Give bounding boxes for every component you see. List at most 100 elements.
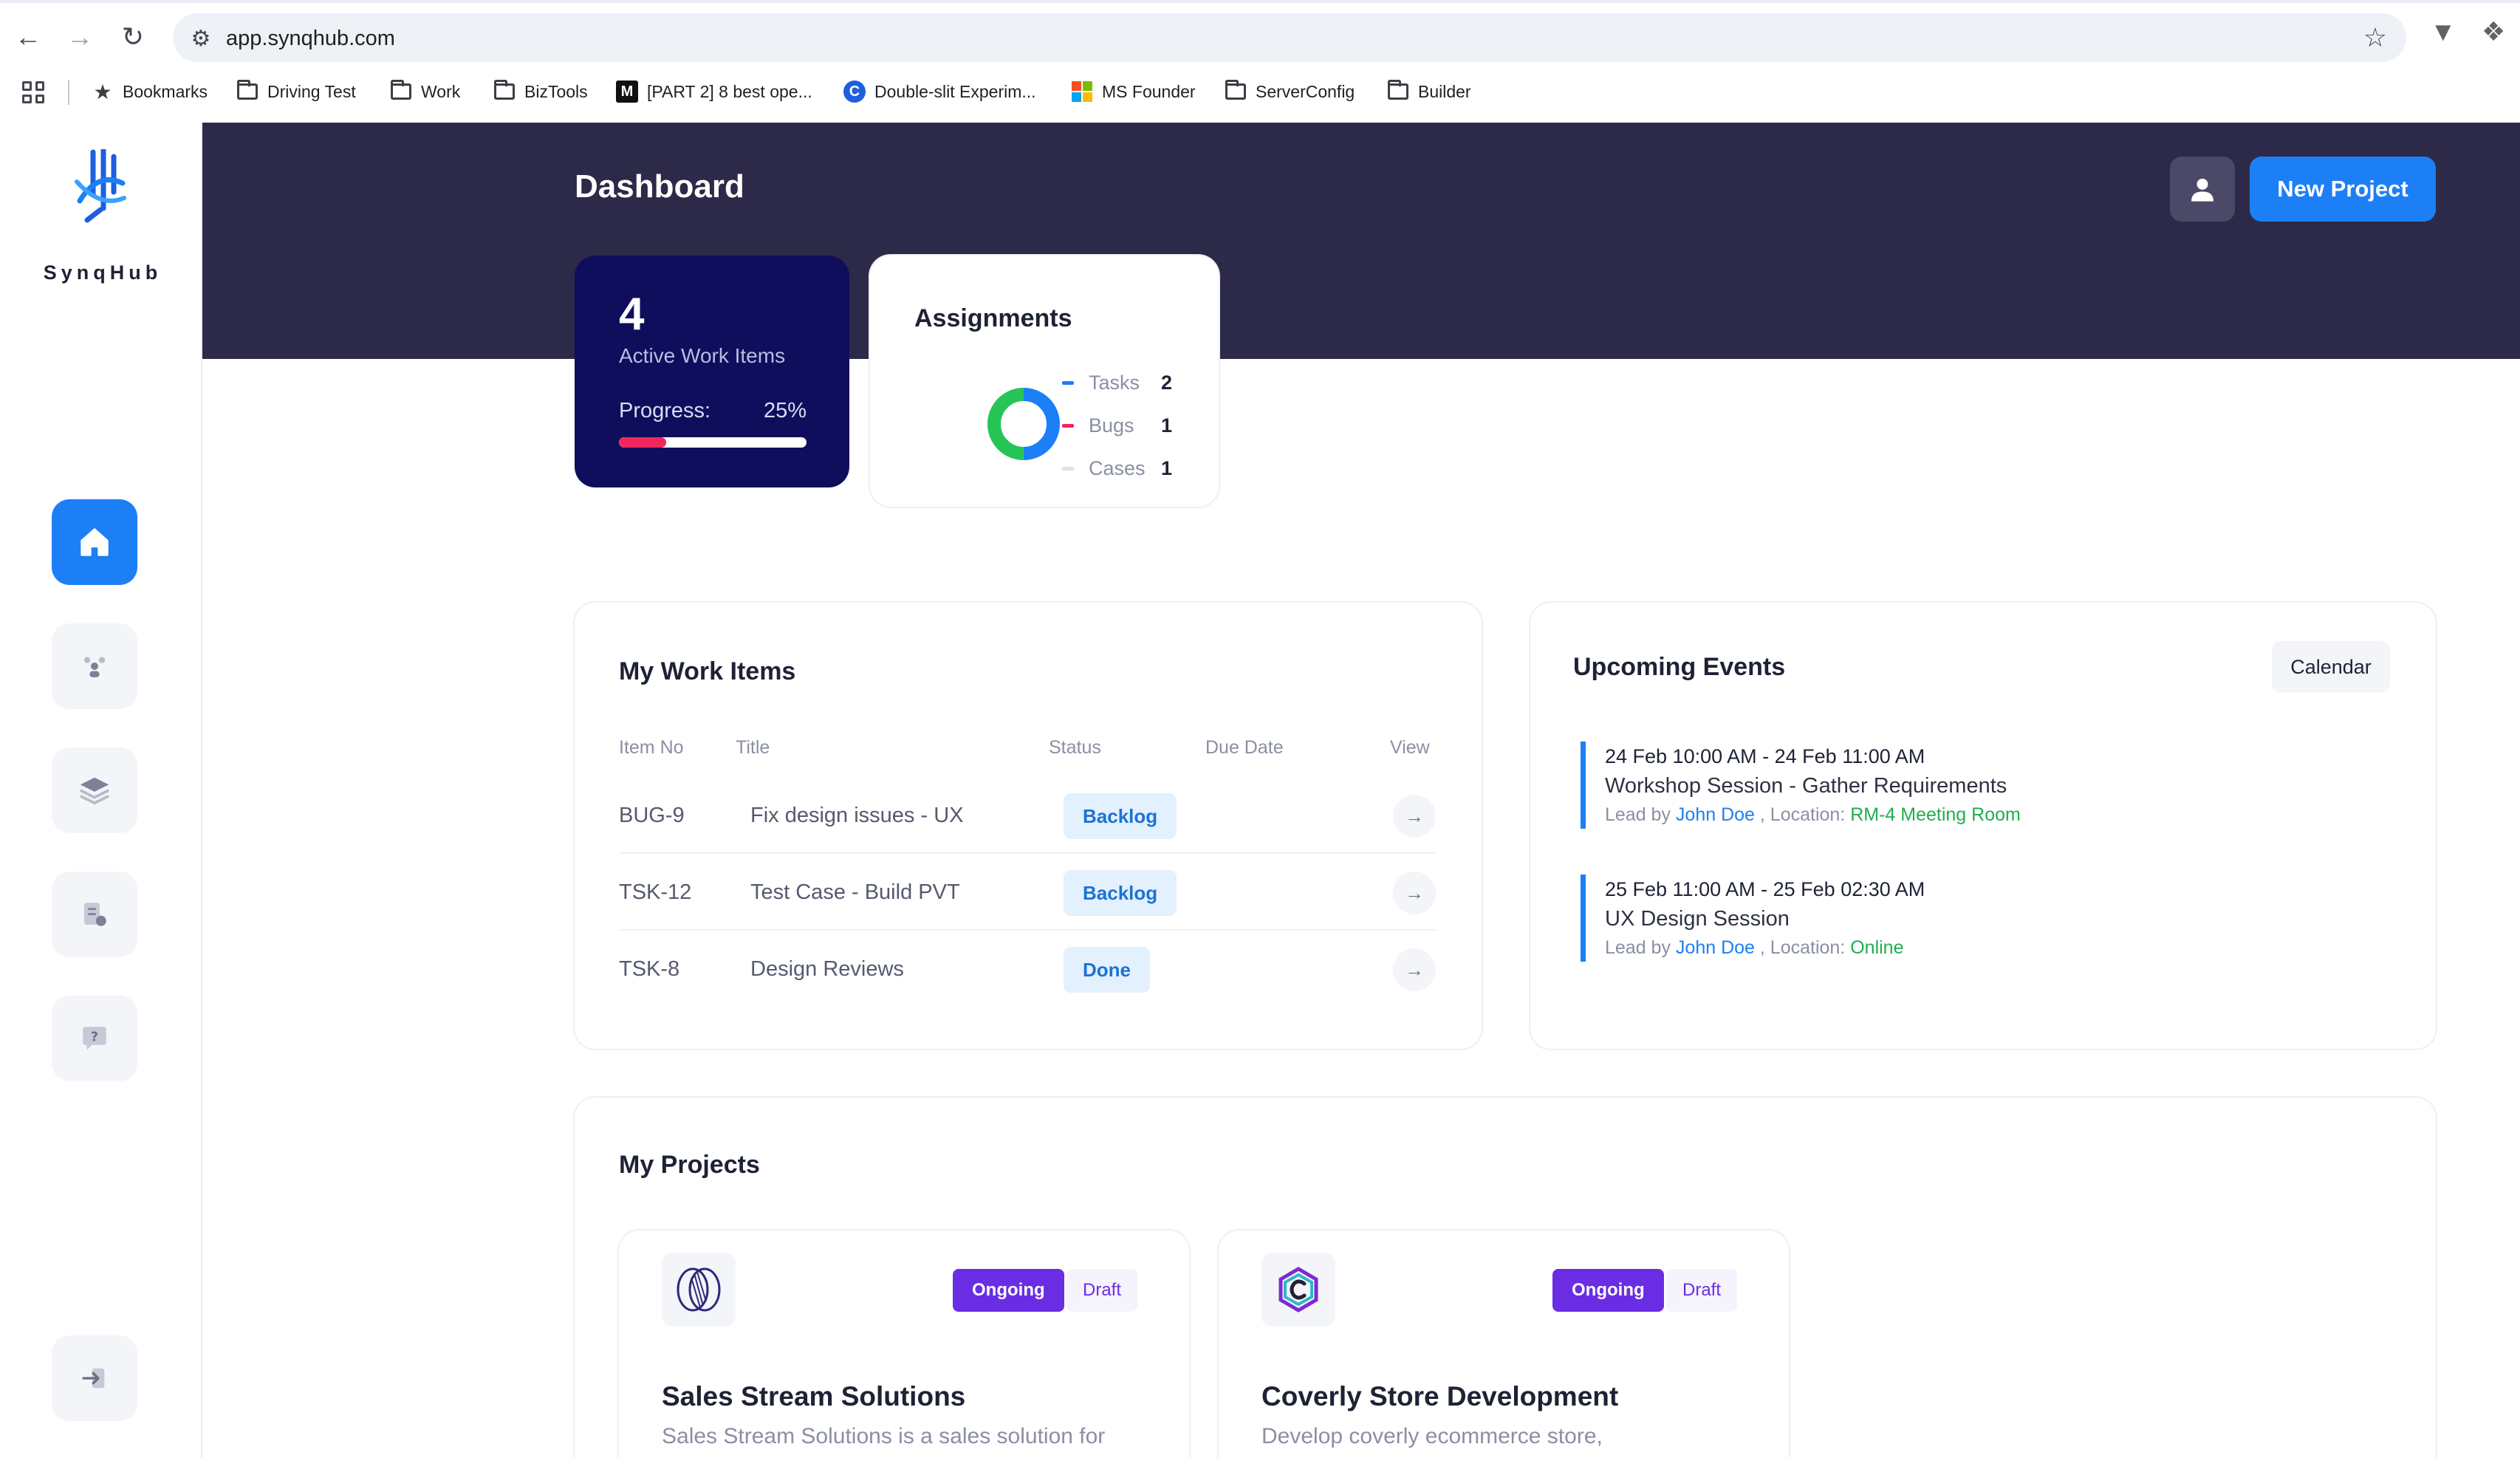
- bookmark-label: Driving Test: [267, 81, 356, 101]
- tab-strip: [0, 0, 2520, 3]
- item-title: Design Reviews: [750, 957, 904, 981]
- bookmark-item[interactable]: Driving Test: [236, 78, 356, 105]
- location-prefix: , Location:: [1759, 937, 1846, 958]
- bookmark-label: MS Founder: [1102, 81, 1196, 101]
- event-lead[interactable]: John Doe: [1676, 804, 1755, 825]
- legend-row-bugs: Bugs 1: [1062, 411, 1172, 440]
- status-badge: Backlog: [1064, 870, 1177, 916]
- user-profile-button[interactable]: [2170, 157, 2235, 222]
- extension-icon[interactable]: ▼: [2430, 16, 2456, 47]
- project-logo: [662, 1253, 736, 1327]
- events-title: Upcoming Events: [1573, 653, 1786, 681]
- lead-prefix: Lead by: [1605, 937, 1671, 958]
- bookmark-item[interactable]: BizTools: [493, 78, 588, 105]
- item-title: Fix design issues - UX: [750, 804, 964, 827]
- col-view: View: [1390, 737, 1430, 758]
- reload-icon[interactable]: ↻: [112, 16, 154, 58]
- calendar-button[interactable]: Calendar: [2272, 641, 2390, 693]
- legend-count: 2: [1161, 371, 1173, 394]
- team-icon: [83, 657, 106, 677]
- status-badge: Done: [1064, 947, 1150, 993]
- medium-logo-icon: M: [616, 81, 638, 103]
- layers-icon: [79, 777, 110, 805]
- bookmark-item[interactable]: M [PART 2] 8 best ope...: [616, 78, 812, 105]
- status-badge: Backlog: [1064, 793, 1177, 839]
- forward-icon[interactable]: →: [59, 16, 100, 58]
- bookmark-item[interactable]: C Double-slit Experim...: [843, 78, 1036, 105]
- event-title: UX Design Session: [1605, 907, 1790, 931]
- project-name: Sales Stream Solutions: [662, 1381, 966, 1411]
- bookmark-item[interactable]: ★ Bookmarks: [92, 78, 208, 105]
- col-title: Title: [736, 737, 770, 758]
- bookmark-label: Builder: [1418, 81, 1471, 101]
- folder-icon: [1225, 80, 1247, 103]
- sidebar-item-documents[interactable]: [52, 872, 137, 957]
- site-settings-icon[interactable]: ⚙: [186, 24, 216, 53]
- project-card[interactable]: Ongoing Draft Sales Stream Solutions Sal…: [619, 1231, 1189, 1458]
- sales-stream-logo-icon: [677, 1267, 721, 1312]
- legend-swatch: [1062, 380, 1074, 385]
- sidebar: SynqHub ?: [0, 123, 202, 1458]
- event-time: 25 Feb 11:00 AM - 25 Feb 02:30 AM: [1605, 878, 1925, 900]
- legend-count: 1: [1161, 414, 1173, 437]
- bookmarks-bar: ★ Bookmarks Driving Test Work BizTools M…: [0, 74, 2520, 109]
- legend-row-tasks: Tasks 2: [1062, 368, 1172, 397]
- event-title: Workshop Session - Gather Requirements: [1605, 774, 2007, 798]
- bookmark-label: BizTools: [524, 81, 588, 101]
- legend-label: Tasks: [1089, 371, 1140, 394]
- sidebar-item-help[interactable]: ?: [52, 996, 137, 1081]
- event-item[interactable]: 24 Feb 10:00 AM - 24 Feb 11:00 AM Worksh…: [1581, 742, 2245, 829]
- bookmark-label: ServerConfig: [1256, 81, 1355, 101]
- sidebar-item-projects[interactable]: [52, 747, 137, 833]
- bookmark-item[interactable]: Work: [390, 78, 460, 105]
- assignments-card: Assignments Tasks 2 Bugs 1 Cases 1: [870, 256, 1219, 507]
- url-text: app.synqhub.com: [226, 27, 395, 50]
- sidebar-item-team[interactable]: [52, 623, 137, 709]
- view-arrow-icon[interactable]: →: [1393, 948, 1436, 991]
- status-tag-draft: Draft: [1666, 1269, 1738, 1312]
- bookmark-item[interactable]: MS Founder: [1071, 78, 1196, 105]
- sidebar-item-home[interactable]: [52, 499, 137, 585]
- address-bar[interactable]: ⚙ app.synqhub.com ☆: [173, 13, 2406, 62]
- new-project-button[interactable]: New Project: [2250, 157, 2436, 222]
- progress-value: 25%: [763, 399, 807, 422]
- event-lead[interactable]: John Doe: [1676, 937, 1755, 958]
- brand-name: SynqHub: [43, 261, 162, 284]
- legend-row-cases: Cases 1: [1062, 454, 1172, 483]
- project-logo: [1261, 1253, 1335, 1327]
- project-description: Develop coverly ecommerce store,: [1261, 1424, 1603, 1448]
- extensions-puzzle-icon[interactable]: ❖: [2482, 16, 2505, 47]
- legend-label: Bugs: [1089, 414, 1134, 437]
- view-arrow-icon[interactable]: →: [1393, 795, 1436, 838]
- home-icon: [81, 528, 109, 556]
- bookmark-label: [PART 2] 8 best ope...: [647, 81, 812, 101]
- bookmark-item[interactable]: Builder: [1387, 78, 1471, 105]
- bookmark-item[interactable]: ServerConfig: [1225, 78, 1355, 105]
- document-icon: [84, 903, 106, 926]
- logout-button[interactable]: [52, 1335, 137, 1421]
- event-time: 24 Feb 10:00 AM - 24 Feb 11:00 AM: [1605, 745, 1925, 767]
- site-logo-icon: C: [843, 81, 866, 103]
- progress-label: Progress:: [619, 399, 711, 422]
- page-title: Dashboard: [575, 168, 744, 205]
- bookmark-star-icon[interactable]: ☆: [2363, 22, 2387, 53]
- item-no: BUG-9: [619, 804, 685, 827]
- bookmark-label: Bookmarks: [123, 81, 208, 101]
- progress-bar-fill: [619, 437, 666, 448]
- bookmark-label: Work: [421, 81, 461, 101]
- legend-swatch: [1062, 423, 1074, 428]
- header-band: [202, 123, 2520, 359]
- event-location: RM-4 Meeting Room: [1850, 804, 2021, 825]
- legend-label: Cases: [1089, 456, 1146, 479]
- view-arrow-icon[interactable]: →: [1393, 872, 1436, 914]
- legend-swatch: [1062, 466, 1074, 470]
- star-icon: ★: [93, 80, 112, 103]
- status-tag-ongoing: Ongoing: [1552, 1269, 1664, 1312]
- user-icon: [2191, 178, 2213, 202]
- back-icon[interactable]: ←: [7, 16, 49, 58]
- synqhub-logo-icon: [75, 149, 126, 223]
- event-item[interactable]: 25 Feb 11:00 AM - 25 Feb 02:30 AM UX Des…: [1581, 875, 2245, 962]
- project-card[interactable]: Ongoing Draft Coverly Store Development …: [1219, 1231, 1789, 1458]
- status-tag-draft: Draft: [1066, 1269, 1138, 1312]
- col-status: Status: [1049, 737, 1101, 758]
